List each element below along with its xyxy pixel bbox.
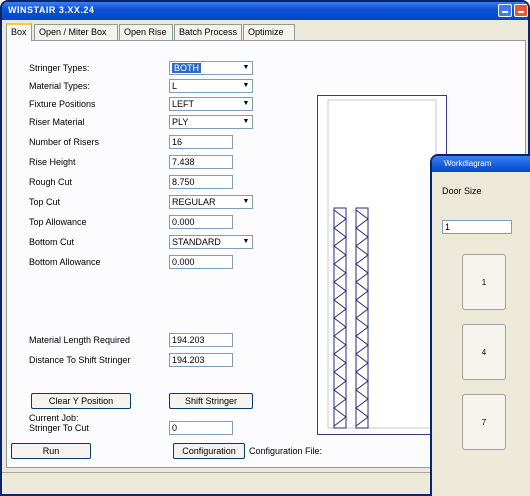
bottom-allowance-input[interactable]: 0.000 — [169, 255, 233, 269]
riser-material-value: PLY — [172, 117, 189, 127]
stringer-to-cut-input[interactable]: 0 — [169, 421, 233, 435]
door-size-label: Door Size — [442, 186, 482, 196]
tab-optimize[interactable]: Optimize — [243, 24, 295, 40]
minimize-icon — [502, 11, 508, 13]
riser-material-label: Riser Material — [29, 117, 85, 127]
rise-height-input[interactable]: 7.438 — [169, 155, 233, 169]
bottom-cut-select[interactable]: STANDARD ▼ — [169, 235, 253, 249]
title-bar[interactable]: WINSTAIR 3.XX.24 — [2, 2, 528, 20]
riser-material-select[interactable]: PLY ▼ — [169, 115, 253, 129]
chevron-down-icon[interactable]: ▼ — [240, 196, 252, 208]
fixture-positions-label: Fixture Positions — [29, 99, 96, 109]
fixture-positions-value: LEFT — [172, 99, 195, 109]
material-length-input[interactable]: 194.203 — [169, 333, 233, 347]
numpad-key-7[interactable]: 7 — [462, 394, 506, 450]
configuration-file-label: Configuration File: — [249, 446, 323, 456]
distance-to-shift-input[interactable]: 194.203 — [169, 353, 233, 367]
minimize-button[interactable] — [498, 4, 512, 17]
bottom-cut-label: Bottom Cut — [29, 237, 75, 247]
current-job-label: Current Job: Stringer To Cut — [29, 413, 89, 433]
number-of-risers-label: Number of Risers — [29, 137, 100, 147]
top-allowance-input[interactable]: 0.000 — [169, 215, 233, 229]
top-cut-label: Top Cut — [29, 197, 61, 207]
close-button[interactable] — [514, 4, 528, 17]
top-allowance-label: Top Allowance — [29, 217, 87, 227]
number-of-risers-input[interactable]: 16 — [169, 135, 233, 149]
tab-batch-process[interactable]: Batch Process — [174, 24, 242, 40]
bottom-allowance-label: Bottom Allowance — [29, 257, 101, 267]
numpad-title-bar[interactable]: Workdiagram — [432, 156, 530, 172]
chevron-down-icon[interactable]: ▼ — [240, 98, 252, 110]
fixture-positions-select[interactable]: LEFT ▼ — [169, 97, 253, 111]
top-cut-value: REGULAR — [172, 197, 216, 207]
stringer-types-label: Stringer Types: — [29, 63, 90, 73]
configuration-button[interactable]: Configuration — [173, 443, 245, 459]
chevron-down-icon[interactable]: ▼ — [240, 62, 252, 74]
rough-cut-label: Rough Cut — [29, 177, 73, 187]
right-stringer-pattern — [355, 209, 369, 427]
stringer-types-value: BOTH — [172, 63, 202, 73]
bottom-cut-value: STANDARD — [172, 237, 221, 247]
shift-stringer-button[interactable]: Shift Stringer — [169, 393, 253, 409]
rough-cut-input[interactable]: 8.750 — [169, 175, 233, 189]
tab-box[interactable]: Box — [6, 23, 32, 41]
material-types-select[interactable]: L ▼ — [169, 79, 253, 93]
close-icon — [518, 11, 524, 13]
numpad-key-1[interactable]: 1 — [462, 254, 506, 310]
numpad-window: Workdiagram Door Size 1 1 4 7 — [430, 154, 530, 496]
left-stringer-pattern — [333, 209, 347, 427]
stringer-drawing — [317, 95, 447, 435]
stringer-drawing-svg — [327, 99, 437, 429]
material-types-label: Material Types: — [29, 81, 90, 91]
numpad-key-4[interactable]: 4 — [462, 324, 506, 380]
rise-height-label: Rise Height — [29, 157, 76, 167]
run-button[interactable]: Run — [11, 443, 91, 459]
material-length-label: Material Length Required — [29, 335, 131, 345]
stringer-types-select[interactable]: BOTH ▼ — [169, 61, 253, 75]
material-types-value: L — [172, 81, 178, 91]
chevron-down-icon[interactable]: ▼ — [240, 236, 252, 248]
clear-y-position-button[interactable]: Clear Y Position — [31, 393, 131, 409]
distance-to-shift-label: Distance To Shift Stringer — [29, 355, 131, 365]
tab-open-miter-box[interactable]: Open / Miter Box — [34, 24, 118, 40]
chevron-down-icon[interactable]: ▼ — [240, 116, 252, 128]
tab-open-rise[interactable]: Open Rise — [119, 24, 173, 40]
window-title: WINSTAIR 3.XX.24 — [8, 5, 95, 15]
top-cut-select[interactable]: REGULAR ▼ — [169, 195, 253, 209]
door-size-input[interactable]: 1 — [442, 220, 512, 234]
drawing-boundary — [327, 99, 437, 429]
chevron-down-icon[interactable]: ▼ — [240, 80, 252, 92]
